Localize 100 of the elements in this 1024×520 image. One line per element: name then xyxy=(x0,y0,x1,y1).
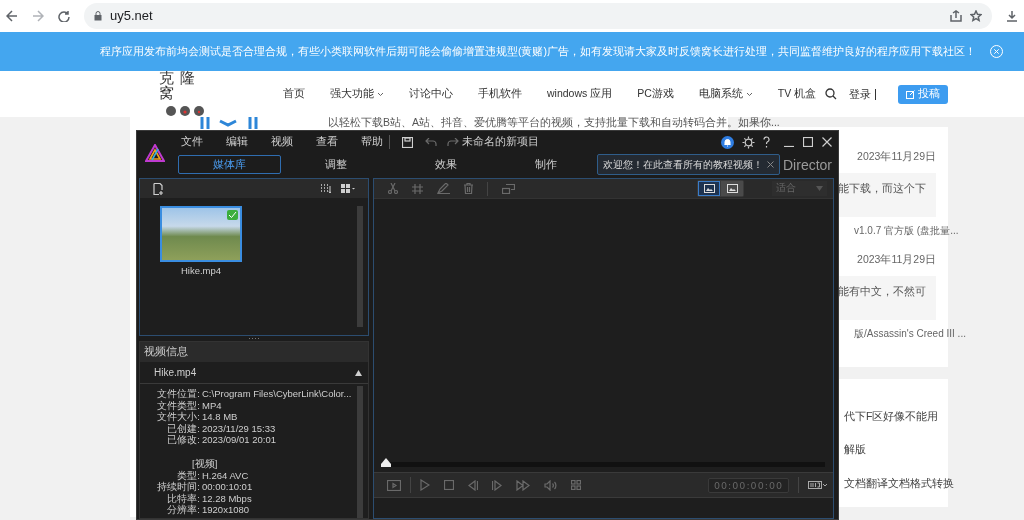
back-icon[interactable] xyxy=(6,10,18,22)
tab[interactable]: 调整 xyxy=(281,154,391,174)
field-value: MP4 xyxy=(202,399,222,412)
reload-icon[interactable] xyxy=(58,10,70,22)
scrubber-thumb-icon[interactable] xyxy=(381,458,391,467)
undo-icon[interactable] xyxy=(425,137,437,147)
post-title-link[interactable]: 版/Assassin's Creed III ... xyxy=(854,327,966,339)
field-label: 类型: xyxy=(176,469,200,481)
url-text: uy5.net xyxy=(110,7,153,26)
resize-frame-icon[interactable] xyxy=(502,183,515,194)
nav-link[interactable]: 讨论中心 xyxy=(409,86,453,102)
collapse-arrow-icon[interactable] xyxy=(355,369,362,376)
post-title-link[interactable]: v1.0.7 官方版 (盘批量... xyxy=(854,224,959,236)
menu-item[interactable]: 视频 xyxy=(271,134,295,150)
article-snippet: 以轻松下载B站、A站、抖音、爱优腾等平台的视频，支持批量下载和自动转码合并。如果你... xyxy=(328,115,780,130)
post-title-link[interactable]: 代下F区好像不能用 xyxy=(844,408,939,425)
stop-icon[interactable] xyxy=(444,480,454,490)
play-icon[interactable] xyxy=(420,479,430,491)
scissors-icon[interactable] xyxy=(388,183,398,194)
scrollbar[interactable] xyxy=(357,386,363,518)
field-value: 00:00:10:01 xyxy=(202,481,253,493)
notice-text: 程序应用发布前均会测试是否合理合规，有些小类联网软件后期可能会偷偷增置违规型(黄赌)广告，如有发现请大家及时反馈窝长进行处理，共同监督维护良好的程序应用下载社区！ xyxy=(100,43,976,59)
bookmark-star-icon[interactable] xyxy=(970,10,982,22)
sort-grid-icon[interactable] xyxy=(320,183,331,194)
post-title-link[interactable]: 文档翻译文档格式转换 xyxy=(844,476,954,492)
volume-icon[interactable] xyxy=(544,479,557,491)
trash-icon[interactable] xyxy=(464,183,473,194)
field-value: 12.28 Mbps xyxy=(202,492,252,505)
field-value: 2023/11/29 15:33 xyxy=(202,422,276,435)
nav-link[interactable]: windows 应用 xyxy=(547,86,613,102)
menu-item[interactable]: 编辑 xyxy=(226,134,250,150)
help-icon[interactable] xyxy=(763,136,770,148)
field-label: 文件类型: xyxy=(156,399,200,411)
media-file-name[interactable]: Hike.mp4 xyxy=(180,264,222,279)
share-icon[interactable] xyxy=(950,10,962,22)
settings-icon[interactable] xyxy=(742,135,755,149)
tab[interactable]: 制作 xyxy=(501,154,591,174)
view-mode-button[interactable] xyxy=(698,181,720,196)
section-heading: [视频] xyxy=(192,457,218,469)
file-name: Hike.mp4 xyxy=(154,366,198,380)
nav-link[interactable]: 强大功能 xyxy=(330,86,384,102)
next-frame-icon[interactable] xyxy=(492,479,502,491)
close-icon[interactable] xyxy=(822,137,832,147)
picture-view-icon xyxy=(726,184,738,193)
site-logo-text[interactable]: 克隆窝 xyxy=(155,71,215,101)
download-icon[interactable] xyxy=(1006,10,1018,22)
edit-icon xyxy=(906,89,915,99)
thumbnail-view-icon xyxy=(703,184,715,193)
search-icon[interactable] xyxy=(825,88,837,100)
nav-link[interactable]: PC游戏 xyxy=(637,86,674,102)
comment-excerpt: 能下载，而这个下 xyxy=(838,181,926,194)
tooltip-text: 欢迎您！在此查看所有的教程视频！ xyxy=(603,158,763,172)
fast-forward-icon[interactable] xyxy=(516,479,530,491)
previous-frame-icon[interactable] xyxy=(468,479,478,491)
lock-icon xyxy=(94,11,102,21)
menu-item[interactable]: 帮助 xyxy=(361,134,385,150)
field-label: 文件位置: xyxy=(156,388,200,400)
app-brand-text: Director xyxy=(783,155,832,175)
field-label: 持续时间: xyxy=(156,481,200,493)
project-title: 未命名的新项目 xyxy=(462,134,539,150)
field-label: 文件大小: xyxy=(156,411,200,423)
field-value: H.264 AVC xyxy=(202,469,249,482)
status-badge-icon xyxy=(227,210,238,220)
field-label: 已创建: xyxy=(166,422,200,435)
maximize-icon[interactable] xyxy=(803,137,813,147)
panel-title: 视频信息 xyxy=(144,344,188,360)
caret-icon xyxy=(816,186,823,191)
post-date: 2023年11月29日 xyxy=(857,251,936,267)
field-label: 分辨率: xyxy=(166,504,200,516)
field-value: 1920x1080 xyxy=(202,504,250,516)
tab[interactable]: 媒体库 xyxy=(178,154,281,174)
nav-link[interactable]: 电脑系统 xyxy=(698,86,753,102)
login-link[interactable]: 登录 xyxy=(849,85,871,103)
mascots-drawing xyxy=(165,105,205,117)
field-value: 2023/09/01 20:01 xyxy=(202,434,276,446)
field-value: C:\Program Files\CyberLink\Color... xyxy=(202,388,352,400)
scrollbar[interactable] xyxy=(357,206,363,327)
aspect-ratio-icon[interactable] xyxy=(808,481,827,489)
nav-link[interactable]: 首页 xyxy=(283,86,305,102)
comment-excerpt: 能有中文，不然可 xyxy=(838,284,926,297)
tab[interactable]: 效果 xyxy=(391,154,501,174)
view-grid-icon[interactable] xyxy=(341,183,355,194)
clip-mode-icon[interactable] xyxy=(387,479,401,491)
import-file-icon[interactable] xyxy=(153,182,164,195)
view-mode-button[interactable] xyxy=(721,181,743,196)
menu-item[interactable]: 查看 xyxy=(316,134,340,150)
nav-link[interactable]: TV 机盒 xyxy=(777,86,817,102)
notification-bell-icon[interactable] xyxy=(721,135,734,149)
menu-item[interactable]: 文件 xyxy=(181,134,205,150)
save-icon[interactable] xyxy=(402,136,413,148)
address-bar[interactable]: uy5.net xyxy=(84,3,992,29)
pen-icon[interactable] xyxy=(437,183,450,194)
redo-icon[interactable] xyxy=(447,137,459,147)
post-title-link[interactable]: 解版 xyxy=(844,442,866,458)
nav-link[interactable]: 手机软件 xyxy=(478,86,522,102)
app-logo-icon xyxy=(145,144,165,162)
resize-handle-icon[interactable] xyxy=(248,336,260,341)
field-label: 已修改: xyxy=(166,434,200,446)
grid-icon[interactable] xyxy=(571,480,581,490)
post-date: 2023年11月29日 xyxy=(857,149,936,164)
